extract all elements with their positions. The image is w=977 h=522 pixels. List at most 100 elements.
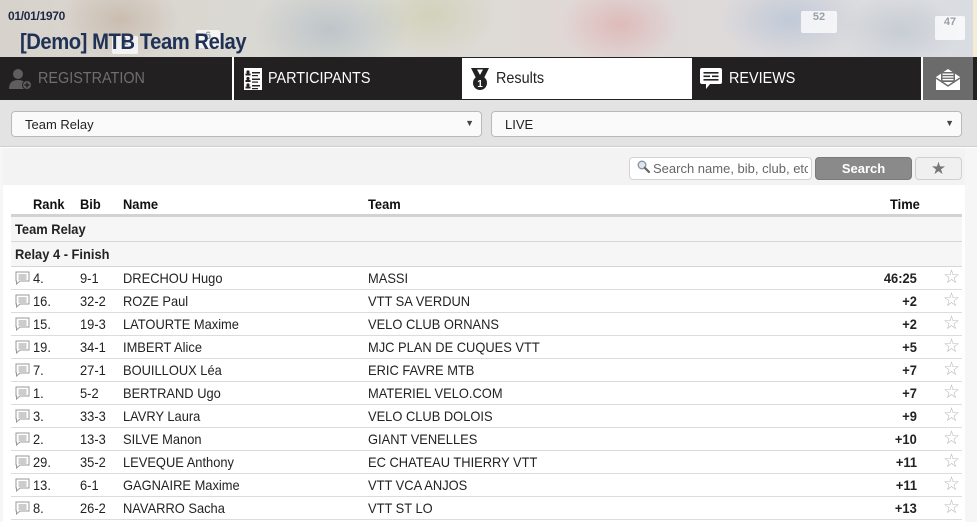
rank-cell: 2. (33, 431, 44, 447)
table-row[interactable]: 4. 9-1 DRECHOU Hugo MASSI 46:25 ☆ (11, 267, 962, 290)
name-cell[interactable]: GAGNAIRE Maxime (123, 477, 240, 493)
table-row[interactable]: 29. 35-2 LEVEQUE Anthony EC CHATEAU THIE… (11, 451, 962, 474)
name-cell[interactable]: LATOURTE Maxime (123, 316, 239, 332)
comment-icon[interactable] (15, 340, 30, 357)
status-select[interactable]: LIVE ▼ (491, 111, 962, 137)
name-cell[interactable]: SILVE Manon (123, 431, 202, 447)
table-row[interactable]: 8. 26-2 NAVARRO Sacha VTT ST LO +13 ☆ (11, 497, 962, 520)
tab-results[interactable]: 1 Results (461, 57, 693, 100)
tab-results-label: Results (496, 69, 545, 87)
filter-bar: Team Relay ▼ LIVE ▼ (0, 100, 977, 147)
favorite-star-icon[interactable]: ☆ (943, 429, 960, 448)
name-cell[interactable]: ROZE Paul (123, 293, 188, 309)
table-row[interactable]: 7. 27-1 BOUILLOUX Léa ERIC FAVRE MTB +7 … (11, 359, 962, 382)
tab-registration[interactable]: REGISTRATION (0, 57, 232, 100)
category-select[interactable]: Team Relay ▼ (11, 111, 482, 137)
time-cell: +10 (895, 431, 917, 447)
favorite-star-icon[interactable]: ☆ (943, 337, 960, 356)
time-cell: +2 (902, 316, 917, 332)
name-cell[interactable]: DRECHOU Hugo (123, 270, 222, 286)
rank-cell: 1. (33, 385, 44, 401)
favorites-filter-button[interactable]: ★ (915, 157, 962, 180)
comment-icon[interactable] (15, 501, 30, 518)
subgroup-header: Relay 4 - Finish (11, 242, 962, 267)
favorite-star-icon[interactable]: ☆ (943, 360, 960, 379)
time-cell: +5 (902, 339, 917, 355)
name-cell[interactable]: BOUILLOUX Léa (123, 362, 222, 378)
banner-edge (973, 0, 977, 57)
favorite-star-icon[interactable]: ☆ (943, 452, 960, 471)
name-cell[interactable]: BERTRAND Ugo (123, 385, 221, 401)
results-table: Rank Bib Name Team Time Team Relay Relay… (11, 185, 962, 520)
column-header-bib[interactable]: Bib (80, 196, 101, 212)
column-header-rank[interactable]: Rank (33, 196, 64, 212)
chevron-down-icon: ▼ (945, 118, 954, 128)
search-button[interactable]: Search (815, 157, 912, 180)
search-input[interactable] (653, 161, 808, 176)
favorite-star-icon[interactable]: ☆ (943, 475, 960, 494)
table-row[interactable]: 1. 5-2 BERTRAND Ugo MATERIEL VELO.COM +7… (11, 382, 962, 405)
name-cell[interactable]: LAVRY Laura (123, 408, 200, 424)
comment-icon[interactable] (15, 455, 30, 472)
favorite-star-icon[interactable]: ☆ (943, 383, 960, 402)
favorite-star-icon[interactable]: ☆ (943, 406, 960, 425)
team-cell: VELO CLUB ORNANS (368, 316, 499, 332)
rank-cell: 16. (33, 293, 51, 309)
chevron-down-icon: ▼ (465, 118, 474, 128)
table-row[interactable]: 13. 6-1 GAGNAIRE Maxime VTT VCA ANJOS +1… (11, 474, 962, 497)
name-cell[interactable]: LEVEQUE Anthony (123, 454, 234, 470)
banner-bib: 52 (801, 11, 837, 33)
tab-reviews[interactable]: REVIEWS (693, 57, 921, 100)
column-header-time[interactable]: Time (890, 196, 920, 212)
bib-cell: 34-1 (80, 339, 106, 355)
name-cell[interactable]: NAVARRO Sacha (123, 500, 225, 516)
bib-cell: 5-2 (80, 385, 99, 401)
comment-icon[interactable] (15, 432, 30, 449)
table-row[interactable]: 3. 33-3 LAVRY Laura VELO CLUB DOLOIS +9 … (11, 405, 962, 428)
comment-icon[interactable] (15, 409, 30, 426)
tab-reviews-label: REVIEWS (729, 69, 796, 87)
search-field[interactable] (629, 157, 812, 180)
time-cell: +7 (902, 362, 917, 378)
comment-icon[interactable] (15, 271, 30, 288)
comment-icon[interactable] (15, 363, 30, 380)
rank-cell: 15. (33, 316, 51, 332)
time-cell: +11 (895, 454, 917, 470)
bib-cell: 9-1 (80, 270, 99, 286)
svg-text:1: 1 (477, 79, 483, 90)
table-row[interactable]: 19. 34-1 IMBERT Alice MJC PLAN DE CUQUES… (11, 336, 962, 359)
favorite-star-icon[interactable]: ☆ (943, 314, 960, 333)
rank-cell: 29. (33, 454, 51, 470)
column-header-team[interactable]: Team (368, 196, 401, 212)
name-cell[interactable]: IMBERT Alice (123, 339, 202, 355)
medal-icon: 1 (470, 67, 490, 91)
favorite-star-icon[interactable]: ☆ (943, 291, 960, 310)
table-row[interactable]: 2. 13-3 SILVE Manon GIANT VENELLES +10 ☆ (11, 428, 962, 451)
right-gutter (965, 148, 977, 522)
column-header-name[interactable]: Name (123, 196, 158, 212)
favorite-star-icon[interactable]: ☆ (943, 268, 960, 287)
table-row[interactable]: 15. 19-3 LATOURTE Maxime VELO CLUB ORNAN… (11, 313, 962, 336)
tab-participants[interactable]: PARTICIPANTS (232, 57, 461, 100)
comment-icon[interactable] (15, 294, 30, 311)
comment-icon[interactable] (15, 386, 30, 403)
tab-contact[interactable] (921, 57, 973, 100)
time-cell: +9 (902, 408, 917, 424)
group-title: Team Relay (15, 221, 86, 237)
tab-registration-label: REGISTRATION (38, 69, 145, 87)
comment-icon[interactable] (15, 317, 30, 334)
event-date: 01/01/1970 (8, 9, 66, 23)
favorite-star-icon[interactable]: ☆ (943, 498, 960, 517)
team-cell: VELO CLUB DOLOIS (368, 408, 493, 424)
subgroup-title: Relay 4 - Finish (15, 246, 110, 262)
comment-icon[interactable] (15, 478, 30, 495)
rank-cell: 19. (33, 339, 51, 355)
rank-cell: 4. (33, 270, 44, 286)
team-cell: MATERIEL VELO.COM (368, 385, 503, 401)
time-cell: +13 (895, 500, 917, 516)
table-row[interactable]: 16. 32-2 ROZE Paul VTT SA VERDUN +2 ☆ (11, 290, 962, 313)
bib-cell: 33-3 (80, 408, 106, 424)
rank-cell: 13. (33, 477, 51, 493)
bib-cell: 27-1 (80, 362, 106, 378)
bib-cell: 26-2 (80, 500, 106, 516)
